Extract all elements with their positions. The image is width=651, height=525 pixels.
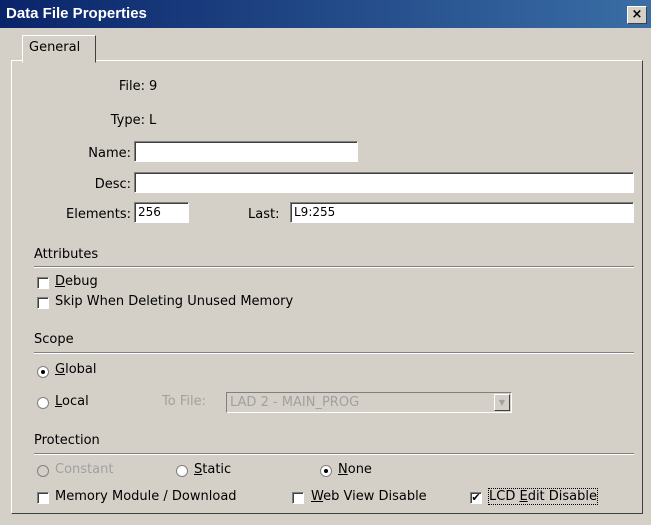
none-label[interactable]: None — [338, 462, 372, 477]
title-bar[interactable]: Data File Properties × — [0, 0, 651, 28]
file-label: File: — [118, 79, 145, 94]
desc-field[interactable] — [134, 172, 634, 193]
general-panel — [11, 60, 643, 514]
tab-general-label: General — [29, 40, 81, 55]
scope-divider — [34, 352, 634, 354]
static-label[interactable]: Static — [194, 462, 231, 477]
debug-checkbox[interactable] — [37, 277, 49, 289]
scope-heading: Scope — [34, 332, 74, 347]
close-button[interactable]: × — [627, 6, 647, 24]
tab-general[interactable]: General — [22, 35, 96, 63]
none-radio[interactable] — [320, 465, 332, 477]
web-view-disable-checkbox[interactable] — [292, 492, 304, 504]
lcd-edit-disable-label[interactable]: LCD Edit Disable — [487, 488, 599, 505]
attributes-heading: Attributes — [34, 247, 99, 262]
attributes-divider — [34, 266, 634, 268]
name-label: Name: — [88, 146, 131, 161]
skip-unused-memory-checkbox[interactable] — [37, 297, 49, 309]
memory-module-checkbox[interactable] — [37, 492, 49, 504]
window-title: Data File Properties — [6, 5, 147, 22]
type-value: L — [149, 113, 157, 128]
lcd-edit-disable-checkbox[interactable]: ✔ — [470, 492, 482, 504]
local-radio[interactable] — [37, 397, 49, 409]
to-file-value: LAD 2 - MAIN_PROG — [230, 395, 360, 410]
to-file-dropdown[interactable]: LAD 2 - MAIN_PROG ▼ — [226, 392, 512, 413]
to-file-label: To File: — [162, 394, 206, 409]
elements-field[interactable]: 256 — [134, 202, 189, 223]
local-label[interactable]: Local — [55, 394, 89, 409]
dialog-window: Data File Properties × General File: 9 T… — [0, 0, 651, 525]
global-label[interactable]: Global — [55, 362, 96, 377]
dropdown-arrow-icon[interactable]: ▼ — [494, 394, 510, 411]
memory-module-label[interactable]: Memory Module / Download — [55, 489, 237, 504]
elements-label: Elements: — [66, 207, 131, 222]
protection-heading: Protection — [34, 433, 100, 448]
file-value: 9 — [149, 79, 158, 94]
skip-unused-memory-label[interactable]: Skip When Deleting Unused Memory — [55, 294, 293, 309]
debug-label[interactable]: Debug — [55, 274, 98, 289]
debug-label-rest: ebug — [65, 274, 98, 289]
constant-label: Constant — [55, 462, 114, 477]
last-field[interactable]: L9:255 — [290, 202, 634, 223]
static-radio[interactable] — [176, 465, 188, 477]
web-view-disable-label[interactable]: Web View Disable — [311, 489, 427, 504]
type-label: Type: — [110, 113, 145, 128]
name-field[interactable] — [134, 141, 358, 162]
desc-label: Desc: — [94, 177, 131, 192]
global-radio[interactable] — [37, 366, 49, 378]
protection-divider — [34, 453, 634, 455]
constant-radio[interactable] — [37, 465, 49, 477]
last-label: Last: — [248, 207, 280, 222]
